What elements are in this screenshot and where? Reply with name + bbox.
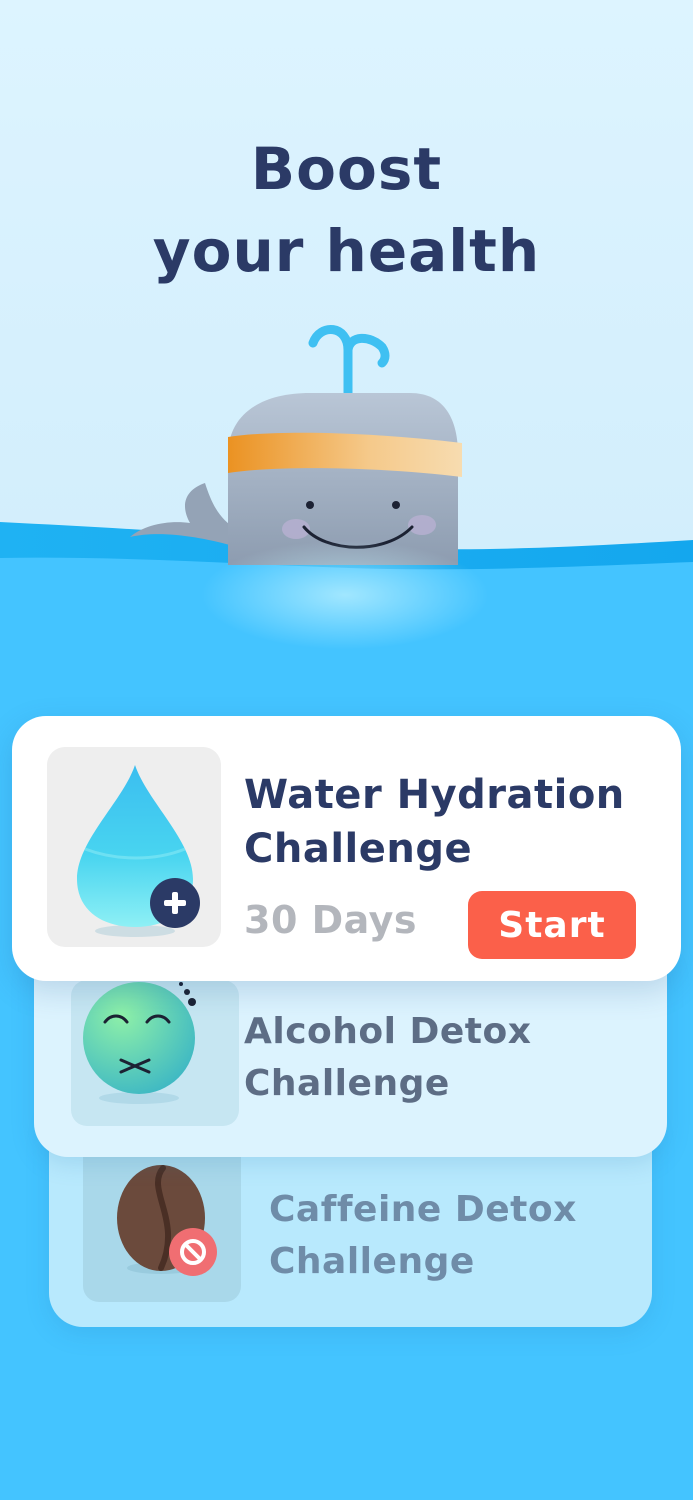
challenge-title-line-2: Challenge [244, 826, 473, 872]
dizzy-face-icon [83, 982, 196, 1104]
challenge-duration: 30 Days [244, 898, 418, 942]
challenge-title-line-1: Caffeine Detox [269, 1189, 577, 1230]
challenge-title: Alcohol Detox Challenge [244, 1006, 644, 1110]
challenge-title-line-1: Alcohol Detox [244, 1011, 532, 1052]
challenge-title-line-1: Water Hydration [244, 772, 625, 818]
headline-line-2: your health [152, 217, 541, 285]
challenge-title: Caffeine Detox Challenge [269, 1184, 629, 1288]
challenge-title-line-2: Challenge [269, 1241, 475, 1282]
challenge-thumbnail [47, 747, 221, 947]
challenge-title-line-2: Challenge [244, 1063, 450, 1104]
challenge-title: Water Hydration Challenge [244, 768, 664, 876]
coffee-bean-no-icon [117, 1165, 217, 1276]
page-headline: Boost your health [0, 128, 693, 292]
challenge-card-water-hydration[interactable]: Water Hydration Challenge 30 Days Start [12, 716, 681, 981]
challenge-thumbnail [83, 1140, 241, 1302]
headline-line-1: Boost [250, 135, 443, 203]
start-challenge-button[interactable]: Start [468, 891, 636, 959]
water-glow [200, 540, 490, 650]
challenge-thumbnail [71, 980, 239, 1126]
water-drop-add-icon [77, 765, 200, 937]
